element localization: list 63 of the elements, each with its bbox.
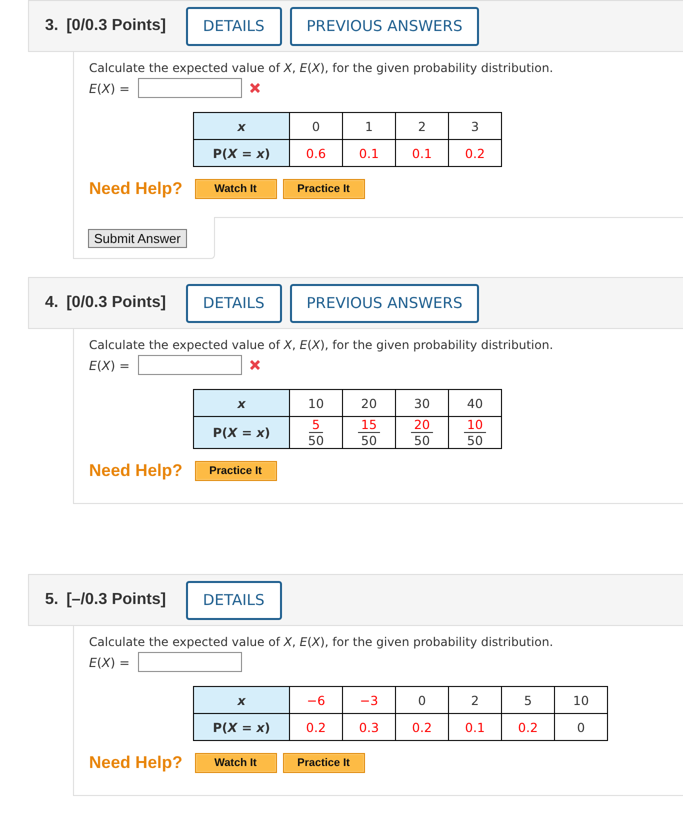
table-cell-value: 0.2 xyxy=(465,146,485,160)
fraction-value: 15 50 xyxy=(358,417,380,448)
question-number: 3. xyxy=(45,17,58,35)
table-cell-value: 40 xyxy=(467,396,483,410)
answer-field[interactable] xyxy=(138,78,242,98)
need-help-label: Need Help? xyxy=(89,753,183,773)
table-cell-value: 3 xyxy=(471,118,479,134)
help-button[interactable]: Watch It xyxy=(194,753,277,773)
help-button[interactable]: Practice It xyxy=(194,461,277,481)
row-header-cell: x xyxy=(194,112,290,140)
table-cell-value: 0.2 xyxy=(412,720,432,734)
table-cell-value: 0.1 xyxy=(412,146,432,160)
table-cell-value: −6 xyxy=(306,692,326,708)
header-button[interactable]: PREVIOUS ANSWERS xyxy=(290,284,480,322)
table-cell-value: 10 xyxy=(308,396,324,410)
table-cell-value: 0 xyxy=(577,720,585,734)
table-cell-value: 30 xyxy=(414,396,430,410)
table-cell-value: 20 xyxy=(361,396,377,410)
header-button[interactable]: DETAILS xyxy=(186,6,282,46)
help-button[interactable]: Watch It xyxy=(194,179,277,199)
need-help-label: Need Help? xyxy=(89,461,183,481)
question-points: [0/0.3 Points] xyxy=(66,17,166,35)
need-help-label: Need Help? xyxy=(89,179,183,199)
fraction-value: 20 50 xyxy=(411,417,433,448)
question-number: 4. xyxy=(45,294,58,312)
row-header-cell: P(X = x) xyxy=(194,714,290,740)
help-button[interactable]: Practice It xyxy=(282,179,365,199)
table-cell-value: 0.3 xyxy=(359,720,379,734)
submit-answer-button[interactable]: Submit Answer xyxy=(88,229,187,248)
help-button[interactable]: Practice It xyxy=(282,753,365,773)
row-header-cell: P(X = x) xyxy=(194,416,290,448)
table-cell-value: −3 xyxy=(360,692,378,708)
answer-label: E(X) = xyxy=(89,358,130,372)
row-header-cell: P(X = x) xyxy=(194,140,290,166)
table-cell-value: 0 xyxy=(312,118,320,134)
fraction-value: 10 50 xyxy=(464,417,486,448)
table-cell-value: 5 xyxy=(524,692,532,708)
table-cell-value: 2 xyxy=(418,118,426,134)
header-button[interactable]: DETAILS xyxy=(186,580,282,620)
answer-field[interactable] xyxy=(138,355,242,375)
question-points: [0/0.3 Points] xyxy=(66,294,166,312)
header-button[interactable]: DETAILS xyxy=(186,284,282,322)
table-cell-value: 2 xyxy=(471,692,479,708)
table-cell-value: 0.1 xyxy=(465,720,485,734)
answer-field[interactable] xyxy=(138,652,242,672)
fraction-value: 5 50 xyxy=(308,417,324,448)
question-prompt: Calculate the expected value of X, E(X), for the given probability distribution. xyxy=(89,60,554,77)
table-cell-value: 0 xyxy=(418,692,426,708)
row-header-cell: x xyxy=(194,390,290,416)
header-button[interactable]: PREVIOUS ANSWERS xyxy=(290,6,480,46)
answer-label: E(X) = xyxy=(89,654,130,670)
table-cell-value: 0.2 xyxy=(306,720,326,734)
table-cell-value: 0.6 xyxy=(306,146,326,160)
answer-label: E(X) = xyxy=(89,80,130,96)
question-prompt: Calculate the expected value of X, E(X), for the given probability distribution. xyxy=(89,337,554,354)
table-cell-value: 1 xyxy=(365,118,373,134)
table-cell-value: 0.2 xyxy=(518,720,538,734)
table-cell-value: 0.1 xyxy=(359,146,379,160)
question-number: 5. xyxy=(45,591,58,609)
question-prompt: Calculate the expected value of X, E(X), for the given probability distribution. xyxy=(89,634,554,651)
question-points: [–/0.3 Points] xyxy=(66,591,166,609)
table-cell-value: 10 xyxy=(573,692,589,708)
row-header-cell: x xyxy=(194,686,290,714)
